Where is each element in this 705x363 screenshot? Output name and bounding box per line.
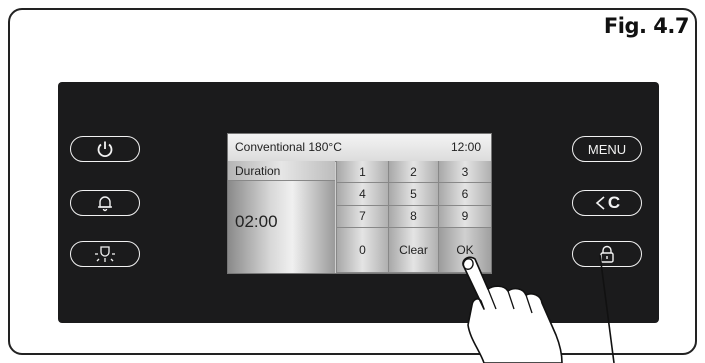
power-icon (97, 141, 113, 158)
key-8[interactable]: 8 (388, 205, 438, 229)
pointing-hand-icon (462, 255, 615, 363)
lamp-icon (95, 246, 115, 262)
duration-pane: Duration 02:00 (228, 161, 335, 273)
display-screen: Conventional 180°C 12:00 Duration 02:00 … (227, 133, 492, 274)
key-6[interactable]: 6 (438, 183, 491, 206)
duration-value[interactable]: 02:00 (235, 212, 278, 232)
menu-button-label: MENU (587, 141, 627, 157)
chevron-left-icon (595, 196, 605, 210)
clock: 12:00 (450, 140, 481, 154)
key-3[interactable]: 3 (438, 161, 491, 184)
back-clear-button[interactable]: C (572, 190, 642, 216)
timer-button[interactable] (70, 190, 140, 216)
key-7[interactable]: 7 (336, 205, 388, 229)
key-clear[interactable]: Clear (388, 228, 438, 273)
bell-icon (98, 196, 112, 212)
key-5[interactable]: 5 (388, 183, 438, 206)
key-0[interactable]: 0 (336, 228, 388, 273)
key-1[interactable]: 1 (336, 161, 388, 184)
key-4[interactable]: 4 (336, 183, 388, 206)
menu-button[interactable]: MENU (572, 136, 642, 162)
screen-header: Conventional 180°C 12:00 (228, 134, 491, 162)
power-button[interactable] (70, 136, 140, 162)
duration-label: Duration (228, 161, 335, 181)
figure-label: Fig. 4.7 (603, 14, 690, 38)
back-clear-label: C (607, 193, 621, 212)
key-2[interactable]: 2 (388, 161, 438, 184)
light-button[interactable] (70, 241, 140, 267)
key-9[interactable]: 9 (438, 205, 491, 229)
cooking-mode-title: Conventional 180°C (235, 140, 342, 154)
